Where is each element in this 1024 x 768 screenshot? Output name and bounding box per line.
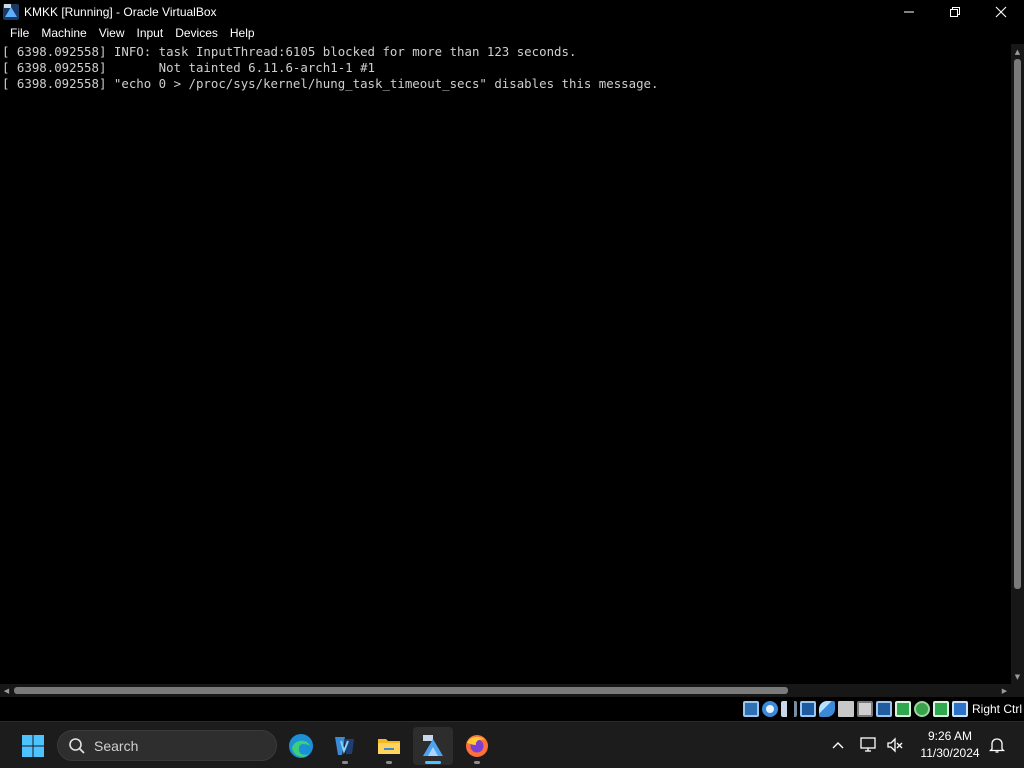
edge-icon [289,734,313,758]
close-icon [995,6,1007,17]
vertical-scroll-thumb[interactable] [1014,59,1021,589]
running-indicator [342,761,348,764]
restore-button[interactable] [932,0,978,23]
menu-file[interactable]: File [4,23,35,44]
taskbar-file-explorer[interactable] [369,727,409,765]
menu-devices[interactable]: Devices [169,23,224,44]
scroll-down-arrow-icon[interactable]: ▼ [1011,670,1024,683]
hard-disk-icon[interactable] [742,701,759,717]
vertical-scrollbar[interactable]: ▲ ▼ [1011,44,1024,684]
virtualbox-app-icon[interactable] [2,3,20,21]
active-indicator [425,761,441,764]
host-key-label: Right Ctrl [971,702,1022,716]
restore-icon [950,6,960,17]
running-indicator [474,761,480,764]
scroll-up-arrow-icon[interactable]: ▲ [1011,45,1024,58]
close-button[interactable] [978,0,1024,23]
show-hidden-icons-chevron-icon[interactable] [828,736,848,754]
taskbar-firefox[interactable] [457,727,497,765]
vm-status-bar: Right Ctrl [0,697,1024,721]
window-title: KMKK [Running] - Oracle VirtualBox [24,4,217,19]
visual-studio-icon [335,737,354,755]
running-indicator [386,761,392,764]
taskbar-visual-studio[interactable] [325,727,365,765]
audio-icon[interactable] [780,701,797,717]
minimize-icon [904,11,914,12]
window-controls [886,0,1024,23]
video-capture-icon[interactable] [894,701,911,717]
display-icon[interactable] [856,701,873,717]
menu-view[interactable]: View [93,23,131,44]
usb-icon[interactable] [818,701,835,717]
mouse-integration-icon[interactable] [932,701,949,717]
scroll-left-arrow-icon[interactable]: ◀ [0,684,13,697]
system-clock[interactable]: 9:26 AM 11/30/2024 [912,728,988,762]
scrollbar-corner [1011,684,1024,697]
network-icon[interactable] [799,701,816,717]
menu-bar: File Machine View Input Devices Help [0,23,1024,44]
keyboard-capture-icon[interactable] [951,701,968,717]
scroll-right-arrow-icon[interactable]: ▶ [998,684,1011,697]
horizontal-scrollbar[interactable]: ◀ ▶ [0,684,1011,697]
firefox-icon [466,735,488,757]
console-line: [ 6398.092558] INFO: task InputThread:61… [2,44,577,59]
minimize-button[interactable] [886,0,932,23]
taskbar-search-box[interactable]: Search [57,730,277,761]
volume-muted-icon[interactable] [885,735,905,755]
start-icon [22,735,44,757]
console-line: [ 6398.092558] "echo 0 > /proc/sys/kerne… [2,76,659,91]
menu-machine[interactable]: Machine [35,23,92,44]
virtualbox-icon [423,735,443,756]
optical-drive-icon[interactable] [761,701,778,717]
file-explorer-icon [378,739,400,754]
start-button[interactable] [13,727,53,765]
cpu-activity-icon[interactable] [913,701,930,717]
horizontal-scroll-thumb[interactable] [14,687,788,694]
menu-help[interactable]: Help [224,23,261,44]
search-icon [69,737,85,754]
windows-taskbar: Search 9:26 AM 11/30/2024 [0,721,1024,768]
notification-bell-icon[interactable] [987,735,1007,755]
shared-folders-icon[interactable] [837,701,854,717]
monitor-icon[interactable] [859,735,879,755]
console-line: [ 6398.092558] Not tainted 6.11.6-arch1-… [2,60,375,75]
taskbar-virtualbox[interactable] [413,727,453,765]
vm-console-display[interactable]: [ 6398.092558] INFO: task InputThread:61… [0,44,1011,684]
title-bar[interactable]: KMKK [Running] - Oracle VirtualBox [0,0,1024,23]
clock-date: 11/30/2024 [920,746,980,760]
clock-time: 9:26 AM [927,729,973,743]
recording-icon[interactable] [875,701,892,717]
taskbar-edge[interactable] [281,727,321,765]
menu-input[interactable]: Input [131,23,170,44]
search-placeholder: Search [94,737,139,754]
